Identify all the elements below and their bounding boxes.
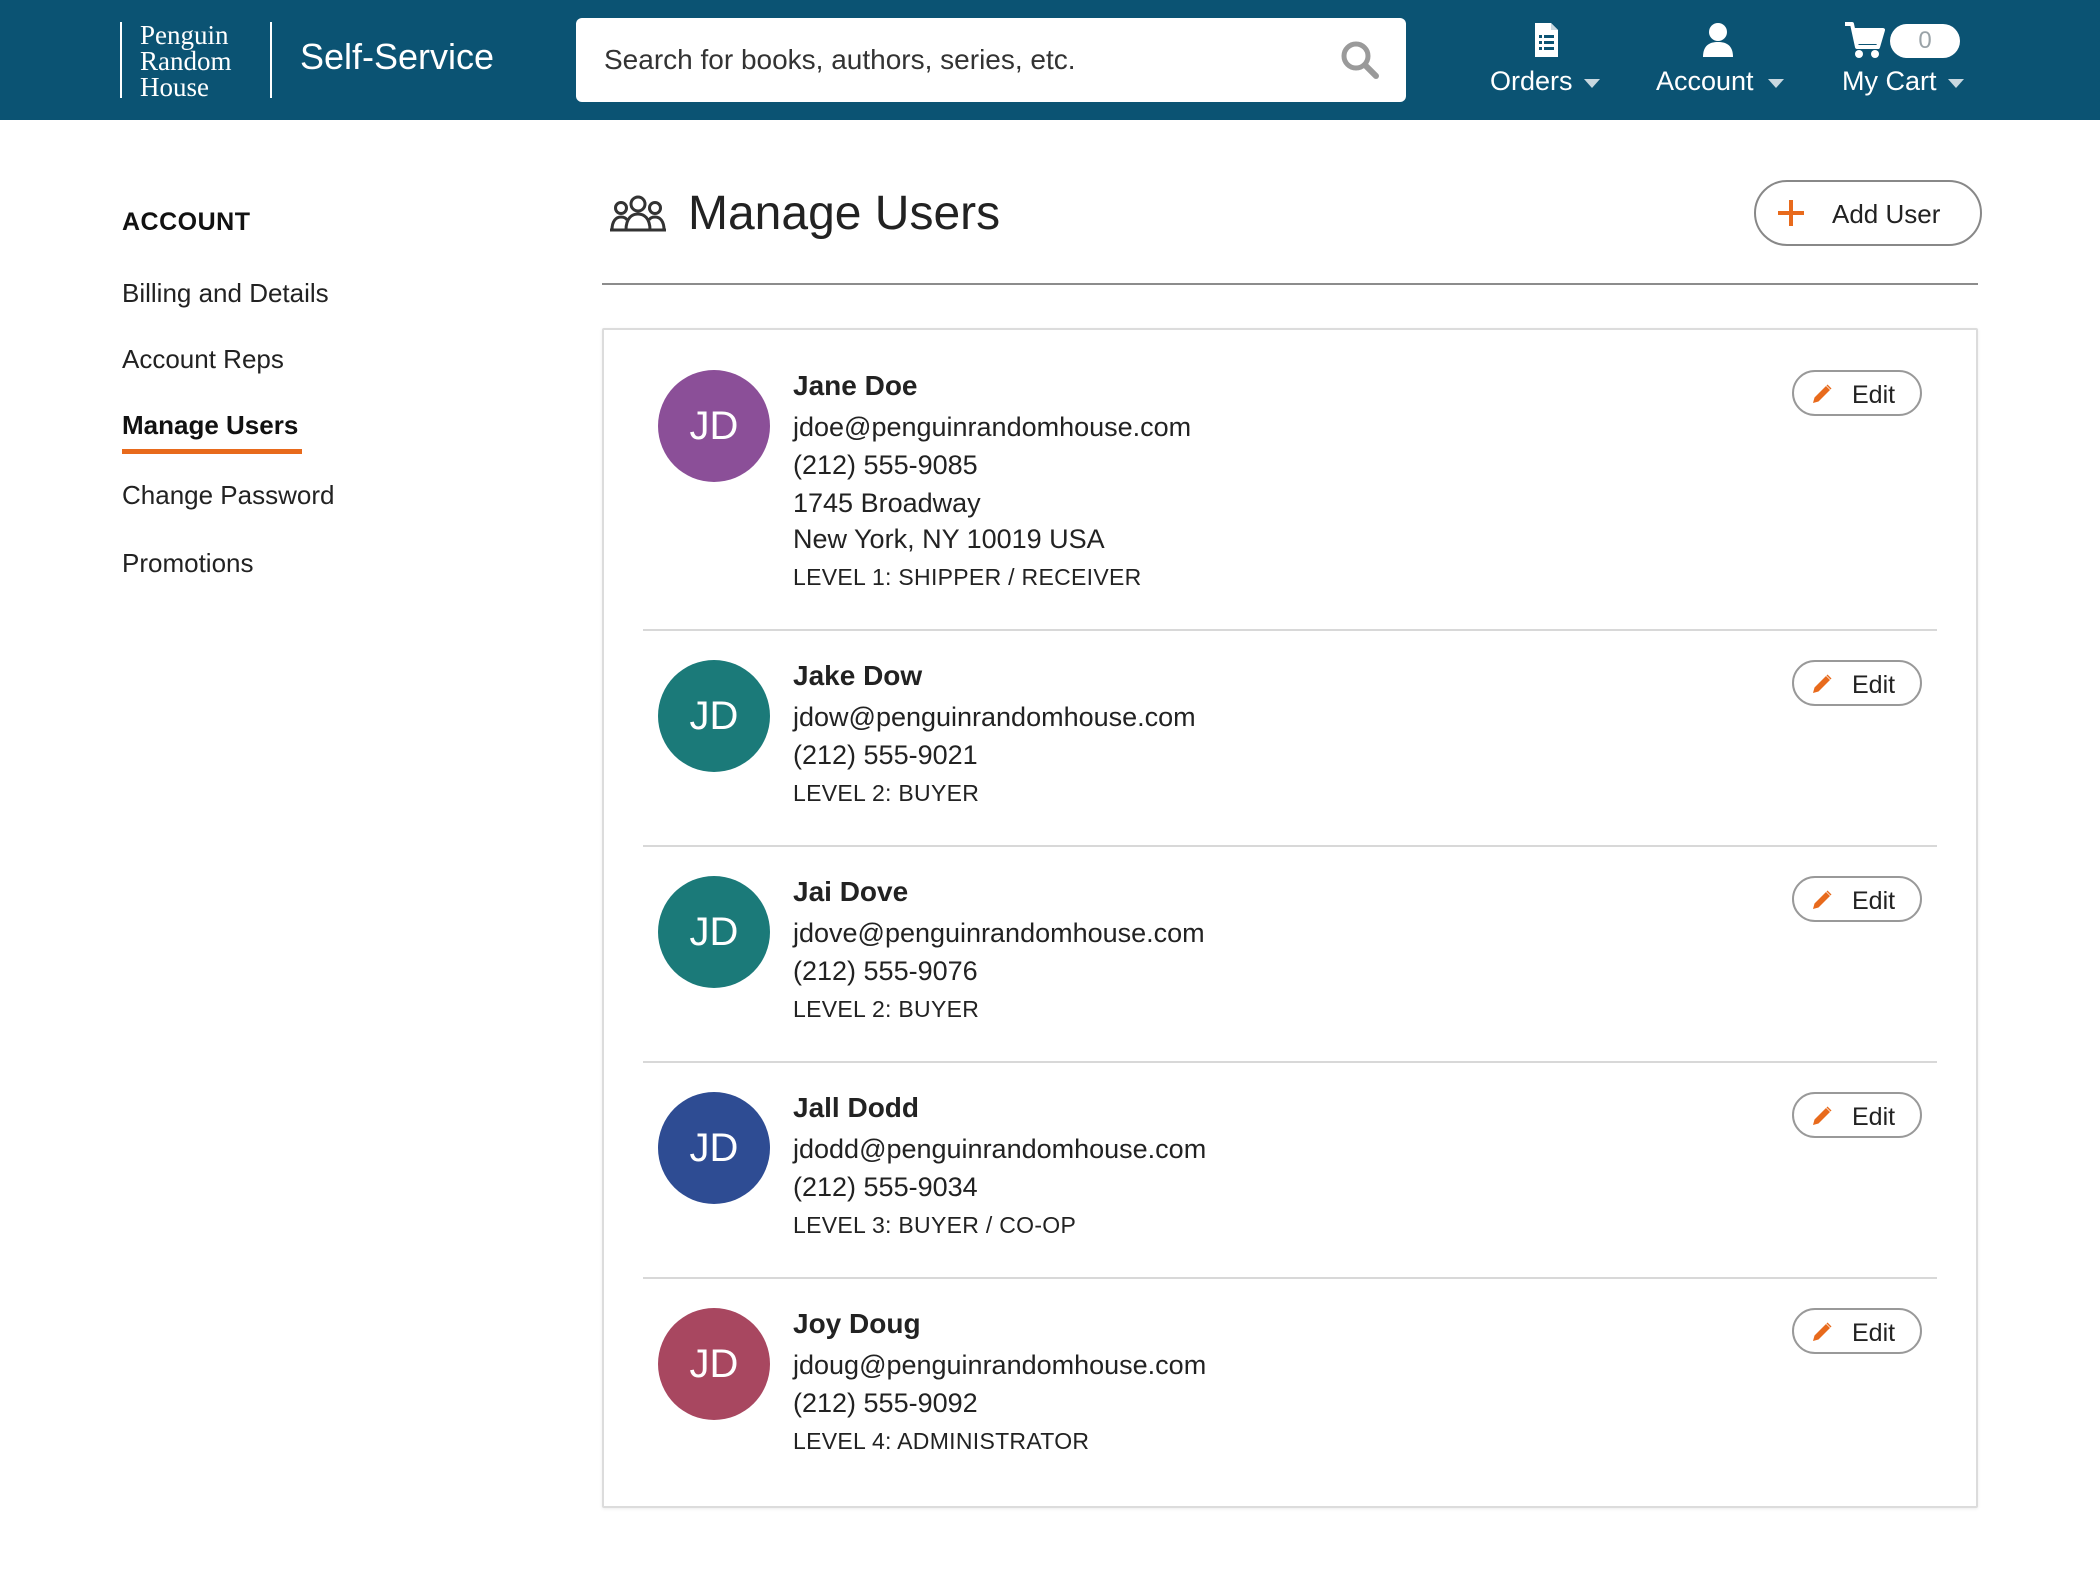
logo-line-2: Random	[140, 46, 232, 76]
row-divider	[643, 845, 1937, 847]
pencil-icon	[1813, 674, 1832, 693]
logo-line-3: House	[140, 72, 209, 102]
edit-user-button[interactable]: Edit	[1792, 1092, 1922, 1138]
page-title: Manage Users	[688, 187, 1001, 240]
pencil-icon	[1813, 1106, 1832, 1125]
nav-orders-label: Orders	[1490, 66, 1573, 96]
user-name: Joy Doug	[793, 1308, 921, 1339]
cart-count-badge: 0	[1890, 24, 1960, 58]
user-level: LEVEL 4: ADMINISTRATOR	[793, 1428, 1090, 1454]
user-email: jdodd@penguinrandomhouse.com	[793, 1134, 1207, 1164]
edit-user-button[interactable]: Edit	[1792, 370, 1922, 416]
title-divider	[602, 283, 1978, 285]
account-person-icon	[1703, 23, 1733, 57]
avatar: JD	[658, 876, 770, 988]
user-phone: (212) 555-9021	[793, 740, 978, 770]
chevron-down-icon	[1948, 79, 1964, 88]
user-email: jdow@penguinrandomhouse.com	[793, 702, 1196, 732]
edit-label: Edit	[1852, 1103, 1896, 1131]
cart-icon	[1845, 22, 1885, 58]
user-email: jdoug@penguinrandomhouse.com	[793, 1350, 1207, 1380]
edit-label: Edit	[1852, 381, 1896, 409]
brand-logo[interactable]: Penguin Random House	[120, 20, 232, 102]
user-phone: (212) 555-9092	[793, 1388, 978, 1418]
user-level: LEVEL 3: BUYER / CO-OP	[793, 1212, 1077, 1238]
edit-label: Edit	[1852, 887, 1896, 915]
sidebar-heading: ACCOUNT	[122, 208, 251, 236]
sidebar-item-billing[interactable]: Billing and Details	[122, 278, 329, 309]
pencil-icon	[1813, 384, 1832, 403]
row-divider	[643, 1277, 1937, 1279]
add-user-label: Add User	[1832, 199, 1941, 229]
user-name: Jai Dove	[793, 876, 909, 907]
add-user-button[interactable]: Add User	[1754, 180, 1982, 246]
avatar: JD	[658, 660, 770, 772]
nav-cart-label: My Cart	[1842, 66, 1937, 96]
user-name: Jake Dow	[793, 660, 923, 691]
sidebar-item-promotions[interactable]: Promotions	[122, 548, 254, 579]
edit-user-button[interactable]: Edit	[1792, 1308, 1922, 1354]
user-address-line1: 1745 Broadway	[793, 488, 981, 518]
logo-divider	[270, 22, 272, 98]
nav-account[interactable]: Account	[1656, 20, 1796, 102]
user-level: LEVEL 2: BUYER	[793, 780, 980, 806]
search-icon	[1341, 41, 1379, 79]
pencil-icon	[1813, 1322, 1832, 1341]
user-level: LEVEL 1: SHIPPER / RECEIVER	[793, 564, 1142, 590]
avatar: JD	[658, 1092, 770, 1204]
app-name: Self-Service	[300, 36, 495, 77]
sidebar-item-change-password[interactable]: Change Password	[122, 480, 334, 511]
chevron-down-icon	[1768, 79, 1784, 88]
user-email: jdoe@penguinrandomhouse.com	[793, 412, 1192, 442]
user-email: jdove@penguinrandomhouse.com	[793, 918, 1205, 948]
user-name: Jall Dodd	[793, 1092, 920, 1123]
search-input[interactable]	[604, 38, 1324, 82]
active-item-underline	[122, 449, 302, 454]
sidebar-item-account-reps[interactable]: Account Reps	[122, 344, 284, 375]
user-name: Jane Doe	[793, 370, 918, 401]
edit-label: Edit	[1852, 671, 1896, 699]
user-level: LEVEL 2: BUYER	[793, 996, 980, 1022]
avatar: JD	[658, 370, 770, 482]
pencil-icon	[1813, 890, 1832, 909]
orders-document-icon	[1535, 23, 1558, 57]
user-phone: (212) 555-9085	[793, 450, 978, 480]
user-phone: (212) 555-9034	[793, 1172, 978, 1202]
avatar: JD	[658, 1308, 770, 1420]
row-divider	[643, 629, 1937, 631]
chevron-down-icon	[1584, 79, 1600, 88]
nav-orders[interactable]: Orders	[1490, 20, 1602, 102]
search-bar	[576, 18, 1406, 102]
search-button[interactable]	[1338, 38, 1382, 82]
sidebar-item-manage-users[interactable]: Manage Users	[122, 410, 298, 441]
users-group-icon	[610, 195, 666, 232]
logo-line-1: Penguin	[140, 20, 229, 50]
user-phone: (212) 555-9076	[793, 956, 978, 986]
row-divider	[643, 1061, 1937, 1063]
user-address-line2: New York, NY 10019 USA	[793, 524, 1105, 554]
edit-label: Edit	[1852, 1319, 1896, 1347]
top-header: Penguin Random House Self-Service Orders	[0, 0, 2100, 120]
nav-cart[interactable]: 0 My Cart	[1842, 20, 1972, 102]
edit-user-button[interactable]: Edit	[1792, 876, 1922, 922]
nav-account-label: Account	[1656, 66, 1754, 96]
edit-user-button[interactable]: Edit	[1792, 660, 1922, 706]
plus-icon	[1778, 200, 1804, 226]
